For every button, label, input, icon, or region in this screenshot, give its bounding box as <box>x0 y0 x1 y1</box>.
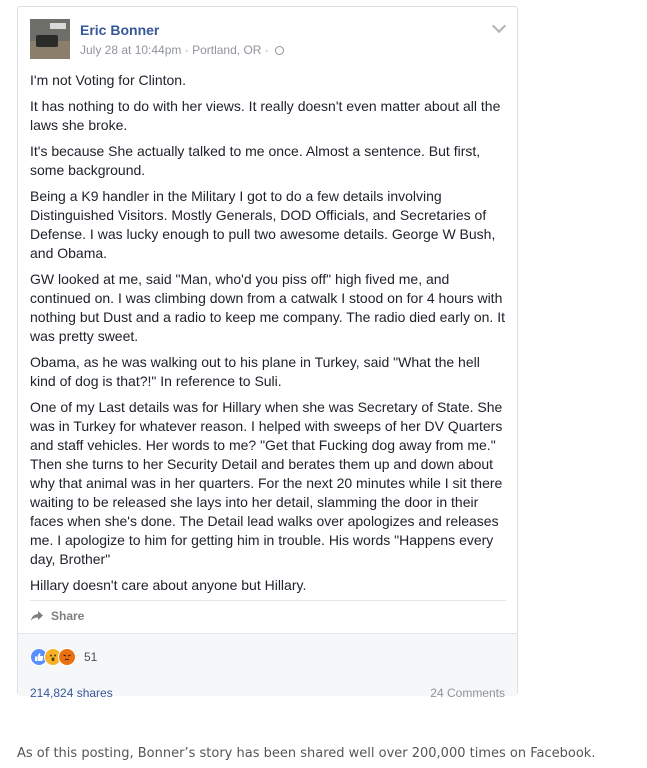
author-avatar[interactable] <box>30 19 70 59</box>
post-meta: July 28 at 10:44pm · Portland, OR · <box>80 43 285 57</box>
post-location[interactable]: Portland, OR <box>192 43 261 57</box>
avatar-banner <box>50 23 66 29</box>
post-paragraph: Obama, as he was walking out to his plan… <box>30 354 480 389</box>
facebook-post-card: Eric Bonner July 28 at 10:44pm · Portlan… <box>17 6 518 700</box>
chevron-down-icon[interactable] <box>491 18 507 34</box>
share-arrow-icon <box>30 610 44 622</box>
post-paragraph: One of my Last details was for Hillary w… <box>30 399 503 567</box>
avatar-vehicle <box>36 35 58 47</box>
shares-count[interactable]: 214,824 shares <box>30 686 113 700</box>
meta-separator-2: · <box>261 43 273 57</box>
angry-icon <box>58 648 76 666</box>
post-paragraph: GW looked at me, said "Man, who'd you pi… <box>30 271 505 344</box>
reactions-summary[interactable]: 51 <box>30 648 97 666</box>
post-body: I'm not Voting for Clinton. It has nothi… <box>30 71 508 602</box>
post-paragraph: I'm not Voting for Clinton. <box>30 72 186 88</box>
post-paragraph: Being a K9 handler in the Military I got… <box>30 188 496 261</box>
globe-icon[interactable] <box>275 46 285 55</box>
author-name[interactable]: Eric Bonner <box>80 22 159 38</box>
share-button[interactable]: Share <box>30 606 84 626</box>
post-paragraph: It has nothing to do with her views. It … <box>30 98 501 133</box>
post-paragraph: Hillary doesn't care about anyone but Hi… <box>30 577 307 593</box>
comments-count[interactable]: 24 Comments <box>430 686 505 700</box>
post-footer: 51 214,824 shares 24 Comments <box>18 633 517 700</box>
article-caption: As of this posting, Bonner’s story has b… <box>17 746 596 761</box>
post-timestamp[interactable]: July 28 at 10:44pm <box>80 43 181 57</box>
post-paragraph: It's because She actually talked to me o… <box>30 143 481 178</box>
share-label: Share <box>51 609 85 623</box>
meta-separator: · <box>181 43 193 57</box>
actions-divider <box>30 600 506 601</box>
reaction-count[interactable]: 51 <box>84 650 97 664</box>
